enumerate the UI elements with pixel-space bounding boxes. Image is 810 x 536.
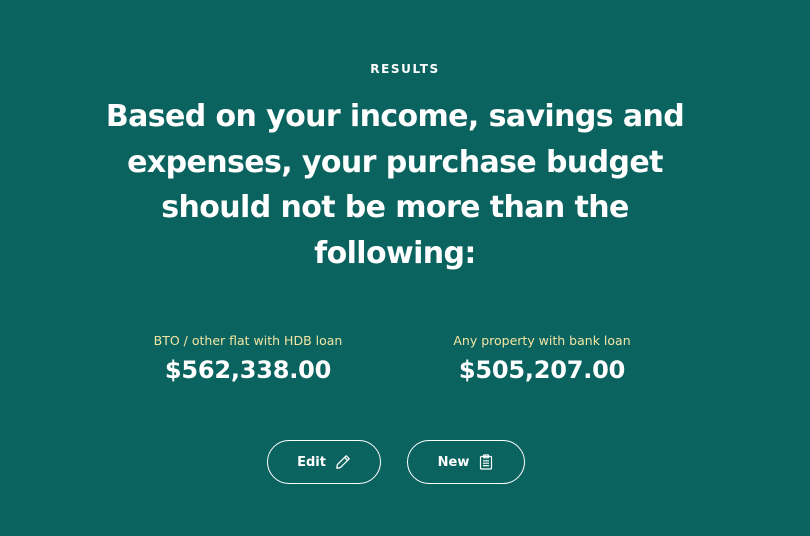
- new-button-label: New: [437, 454, 470, 470]
- edit-button-label: Edit: [297, 454, 326, 470]
- clipboard-icon: [478, 454, 494, 470]
- budget-bank-label: Any property with bank loan: [453, 333, 631, 348]
- edit-button[interactable]: Edit: [267, 440, 381, 484]
- pencil-icon: [335, 454, 351, 470]
- results-eyebrow: RESULTS: [370, 62, 440, 76]
- budget-hdb: BTO / other flat with HDB loan $562,338.…: [98, 333, 398, 385]
- budget-hdb-value: $562,338.00: [164, 356, 332, 384]
- results-headline: Based on your income, savings and expens…: [105, 99, 685, 271]
- new-button[interactable]: New: [407, 440, 525, 484]
- budget-bank: Any property with bank loan $505,207.00: [392, 333, 692, 385]
- budget-bank-value: $505,207.00: [458, 356, 626, 384]
- budget-hdb-label: BTO / other flat with HDB loan: [153, 333, 343, 348]
